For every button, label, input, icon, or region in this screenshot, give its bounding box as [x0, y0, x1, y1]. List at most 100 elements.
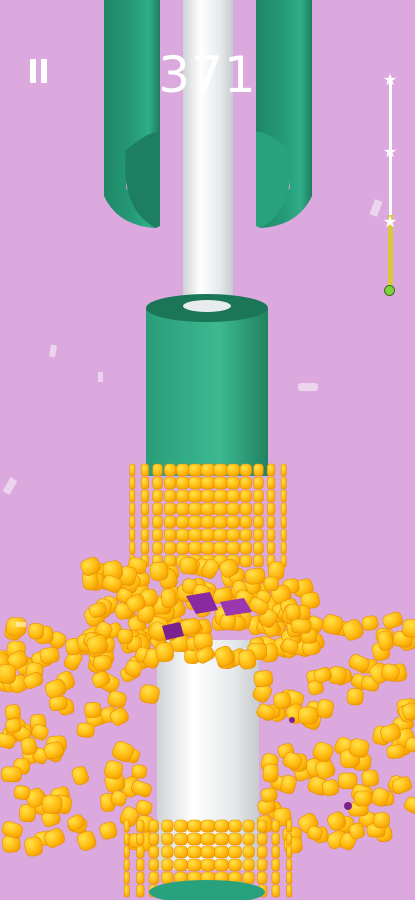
- corn-kernel: [164, 463, 177, 477]
- corn-kernel: [228, 832, 242, 846]
- corn-kernel: [213, 489, 228, 503]
- corn-kernel: [214, 832, 229, 846]
- corn-kernel: [373, 812, 390, 829]
- corn-kernel: [188, 541, 203, 555]
- corn-kernel: [239, 476, 252, 490]
- corn-kernel: [280, 476, 287, 490]
- corn-kernel: [253, 489, 264, 503]
- corn-kernel: [176, 515, 190, 529]
- corn-cob-upper: [129, 463, 287, 568]
- corn-kernel: [283, 836, 303, 854]
- corn-kernel: [239, 554, 252, 568]
- corn-kernel: [200, 832, 216, 846]
- corn-kernel: [187, 845, 202, 859]
- corn-kernel: [152, 541, 163, 555]
- corn-kernel: [129, 476, 136, 490]
- corn-kernel: [285, 603, 301, 621]
- corn-kernel: [129, 463, 136, 477]
- corn-kernel: [200, 541, 216, 555]
- corn-kernel: [286, 858, 293, 872]
- corn-kernel: [140, 515, 149, 529]
- star-icon: ★: [382, 212, 398, 231]
- corn-kernel: [386, 744, 405, 759]
- corn-kernel: [152, 528, 163, 542]
- corn-kernel: [164, 528, 177, 542]
- corn-kernel: [0, 664, 17, 684]
- corn-kernel: [280, 489, 287, 503]
- corn-kernel: [176, 463, 190, 477]
- corn-kernel: [267, 476, 276, 490]
- corn-kernel: [280, 502, 287, 516]
- pause-icon: [41, 59, 47, 83]
- corn-kernel: [286, 845, 293, 859]
- corn-kernel: [226, 463, 240, 477]
- corn-kernel: [188, 489, 203, 503]
- corn-kernel: [200, 489, 216, 503]
- corn-kernel: [129, 541, 136, 555]
- corn-kernel: [257, 871, 268, 885]
- corn-kernel: [403, 796, 415, 814]
- corn-kernel: [176, 528, 190, 542]
- corn-kernel: [228, 858, 242, 872]
- game-scene[interactable]: [0, 0, 415, 900]
- corn-kernel: [200, 528, 216, 542]
- corn-kernel: [140, 541, 149, 555]
- corn-kernel: [280, 463, 287, 477]
- corn-kernel: [187, 832, 202, 846]
- corn-kernel: [148, 871, 159, 885]
- corn-kernel: [271, 858, 280, 872]
- corn-kernel: [148, 832, 159, 846]
- corn-kernel: [257, 832, 268, 846]
- corn-kernel: [242, 819, 255, 833]
- corn-kernel: [280, 541, 287, 555]
- corn-kernel: [244, 567, 266, 585]
- corn-kernel: [226, 541, 240, 555]
- corn-kernel: [242, 858, 255, 872]
- corn-kernel: [242, 845, 255, 859]
- corn-kernel: [188, 463, 203, 477]
- corn-kernel: [271, 871, 280, 885]
- corn-kernel: [239, 528, 252, 542]
- corn-kernel: [187, 858, 202, 872]
- corn-kernel: [200, 476, 216, 490]
- corn-kernel: [164, 541, 177, 555]
- corn-kernel: [262, 763, 279, 783]
- corn-kernel: [123, 884, 130, 898]
- corn-kernel: [213, 476, 228, 490]
- corn-kernel: [176, 489, 190, 503]
- corn-kernel: [161, 871, 174, 885]
- corn-kernel: [271, 832, 280, 846]
- corn-kernel: [161, 819, 174, 833]
- corn-kernel: [84, 702, 102, 718]
- corn-kernel: [200, 502, 216, 516]
- corn-kernel: [140, 463, 149, 477]
- corn-kernel: [253, 554, 264, 568]
- corn-kernel: [286, 871, 293, 885]
- corn-kernel: [298, 706, 318, 725]
- corn-kernel: [123, 819, 130, 833]
- corn-kernel: [213, 528, 228, 542]
- corn-kernel: [188, 502, 203, 516]
- pause-button[interactable]: [29, 59, 49, 83]
- corn-kernel: [242, 871, 255, 885]
- star-icon: ★: [382, 70, 398, 89]
- corn-kernel: [239, 489, 252, 503]
- corn-kernel: [253, 515, 264, 529]
- corn-kernel: [129, 528, 136, 542]
- star-icon: ★: [382, 142, 398, 161]
- corn-kernel: [267, 489, 276, 503]
- corn-kernel: [253, 463, 264, 477]
- corn-kernel: [129, 489, 136, 503]
- corn-kernel: [152, 515, 163, 529]
- corn-kernel: [361, 769, 379, 787]
- corn-kernel: [213, 541, 228, 555]
- corn-kernel: [174, 845, 188, 859]
- corn-kernel: [174, 858, 188, 872]
- corn-kernel: [253, 541, 264, 555]
- corn-kernel: [148, 819, 159, 833]
- corn-kernel: [290, 618, 312, 634]
- corn-kernel: [148, 858, 159, 872]
- corn-kernel: [140, 489, 149, 503]
- corn-kernel: [136, 845, 145, 859]
- corn-kernel: [286, 819, 293, 833]
